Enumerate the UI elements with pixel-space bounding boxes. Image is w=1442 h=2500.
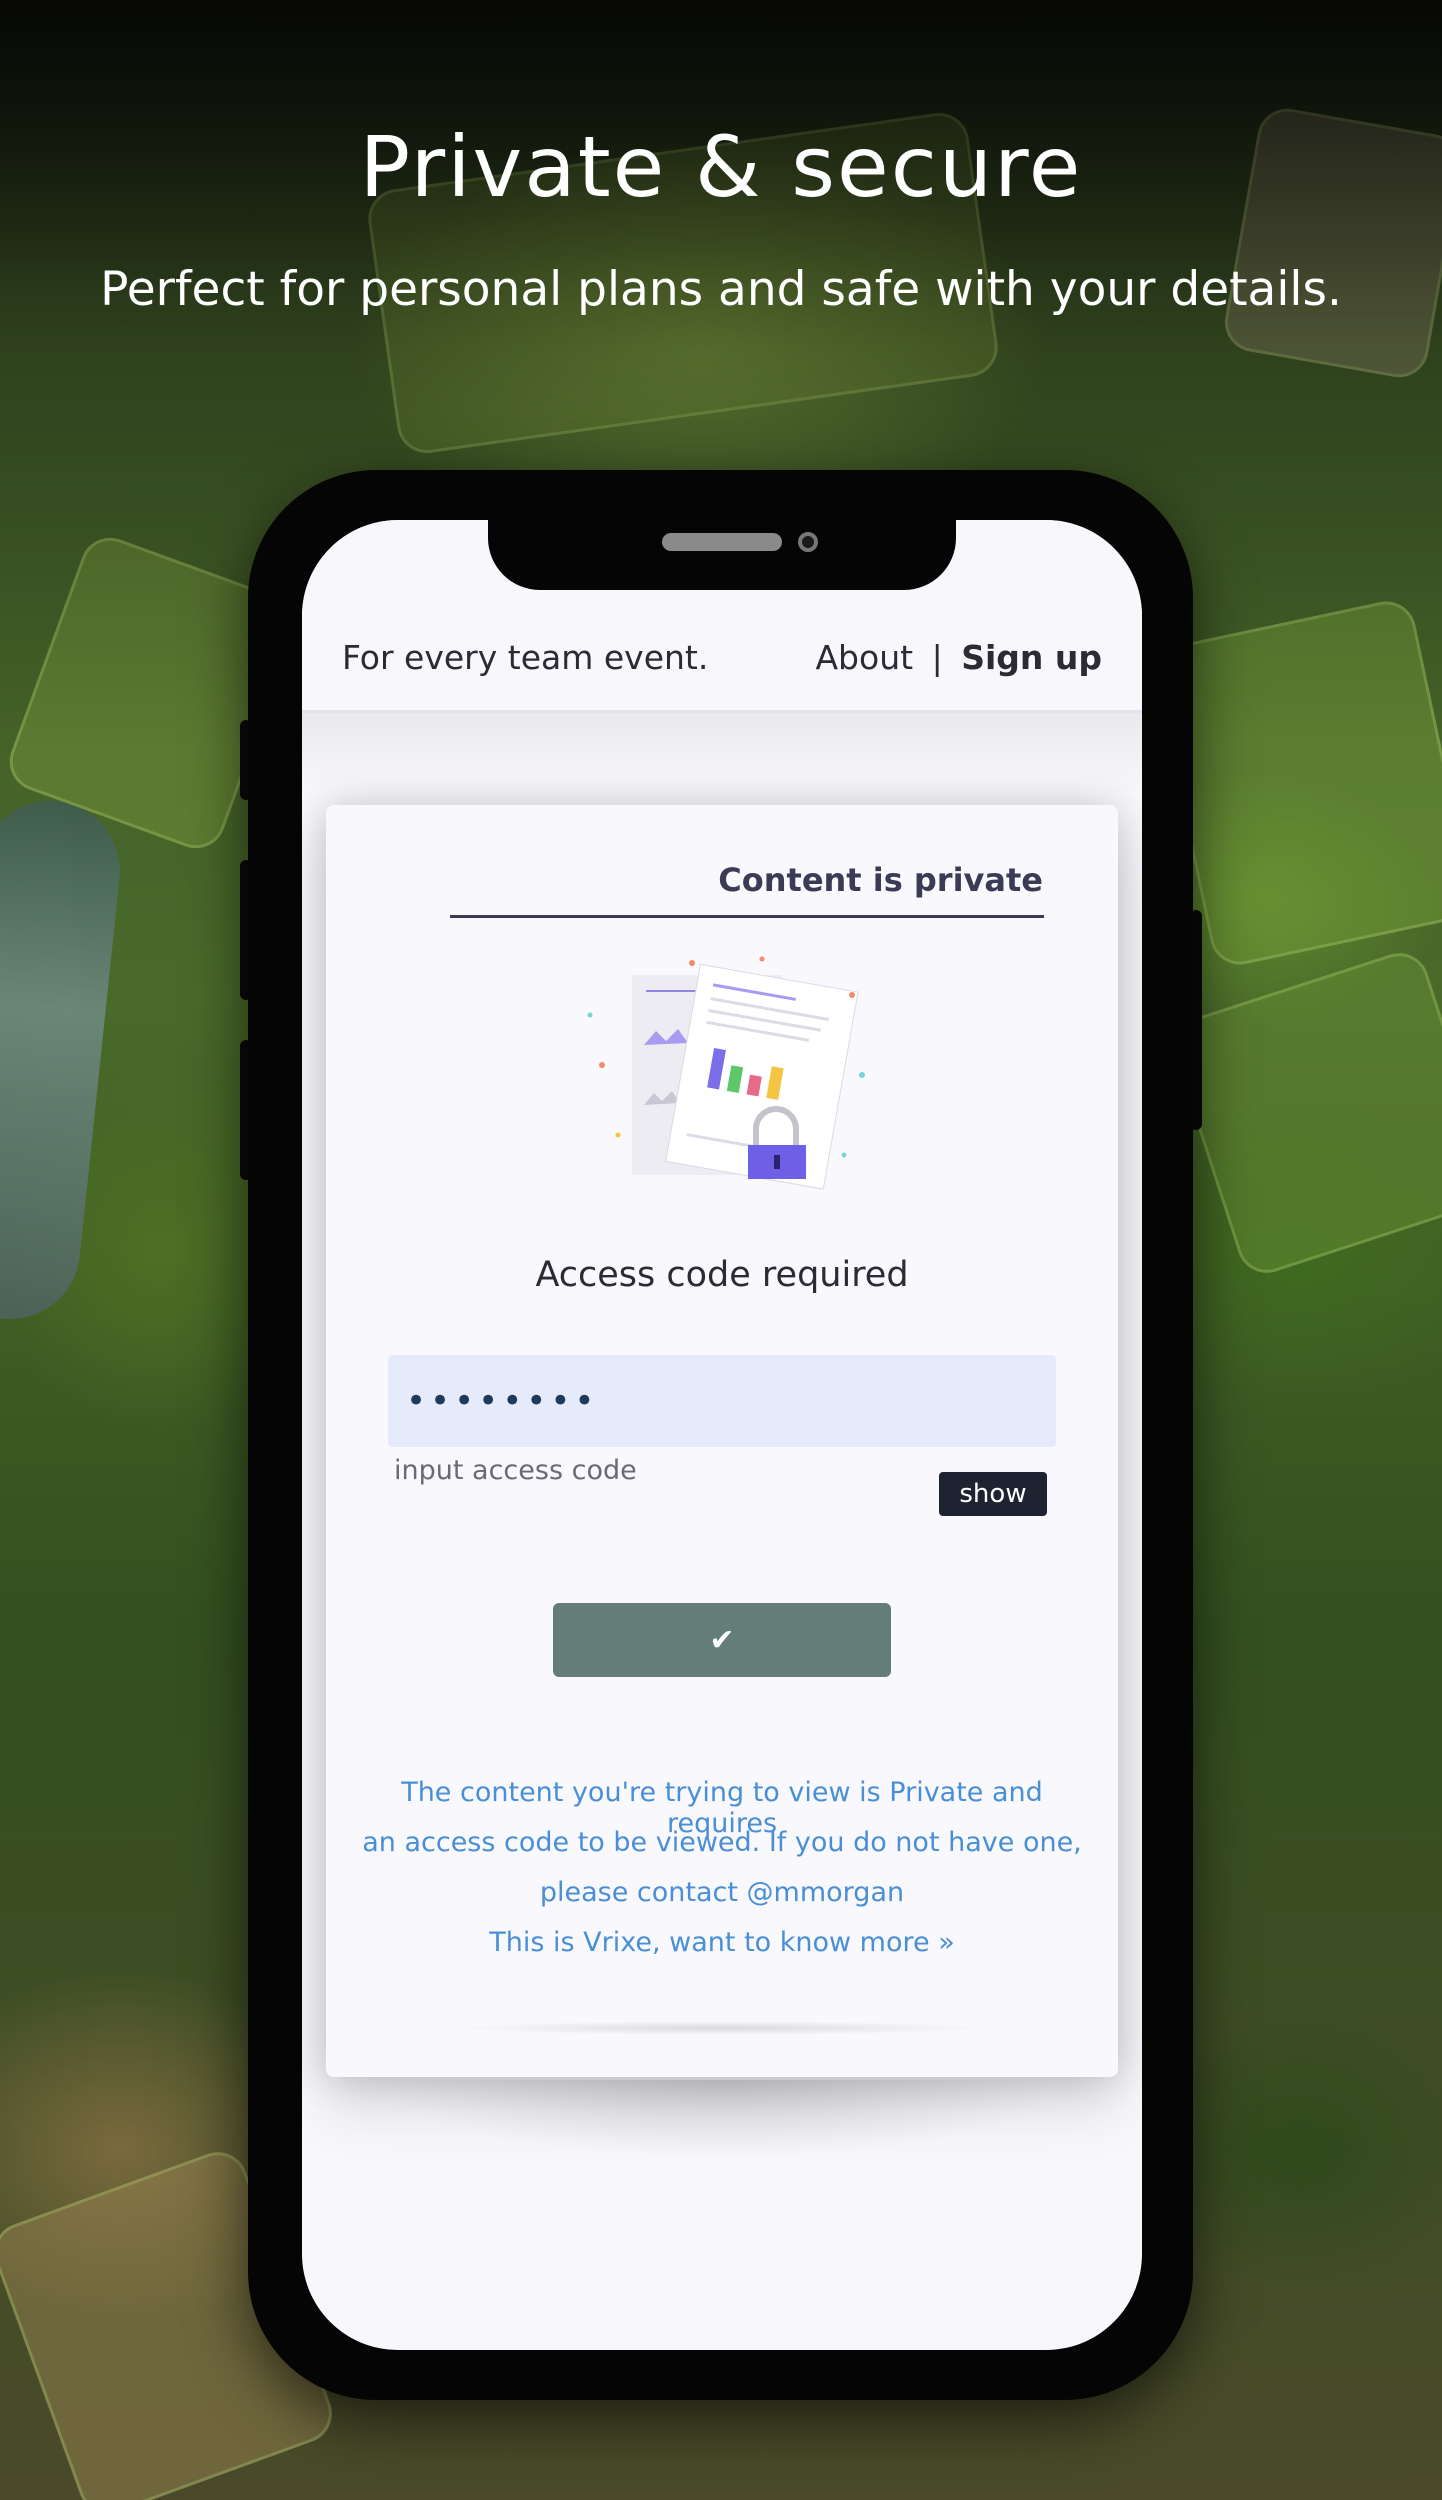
phone-screen: For every team event. About | Sign up Co… bbox=[302, 520, 1142, 2350]
access-card: Content is private Access code required … bbox=[326, 805, 1118, 2077]
card-shadow bbox=[382, 2080, 1062, 2160]
access-code-hint: input access code bbox=[394, 1455, 637, 1486]
tab-content-private[interactable]: Content is private bbox=[718, 861, 1043, 899]
signup-link[interactable]: Sign up bbox=[961, 638, 1102, 677]
submit-button[interactable]: ✔ bbox=[553, 1603, 891, 1677]
learn-more-link[interactable]: This is Vrixe, want to know more » bbox=[346, 1927, 1098, 1958]
promo-title: Private & secure bbox=[359, 118, 1083, 216]
access-code-value: •••••••• bbox=[406, 1381, 599, 1421]
app-tagline: For every team event. bbox=[342, 638, 709, 677]
app-nav: About | Sign up bbox=[815, 638, 1102, 677]
access-code-input[interactable]: •••••••• bbox=[388, 1355, 1056, 1447]
locked-document-illustration bbox=[587, 956, 865, 1190]
nav-separator: | bbox=[931, 638, 943, 677]
phone-notch bbox=[488, 520, 956, 590]
front-camera bbox=[798, 532, 818, 552]
check-icon: ✔ bbox=[709, 1622, 735, 1658]
header-shadow bbox=[302, 713, 1142, 793]
private-info-text: an access code to be viewed. If you do n… bbox=[362, 1827, 1082, 1858]
show-code-button[interactable]: show bbox=[939, 1472, 1047, 1516]
speaker-grille bbox=[662, 533, 782, 551]
access-code-title: Access code required bbox=[535, 1255, 909, 1295]
tab-underline bbox=[450, 915, 1044, 918]
contact-owner-link[interactable]: please contact @mmorgan bbox=[346, 1877, 1098, 1908]
promo-subtitle: Perfect for personal plans and safe with… bbox=[100, 262, 1342, 317]
about-link[interactable]: About bbox=[815, 638, 913, 677]
card-footer-shadow bbox=[456, 2021, 986, 2035]
